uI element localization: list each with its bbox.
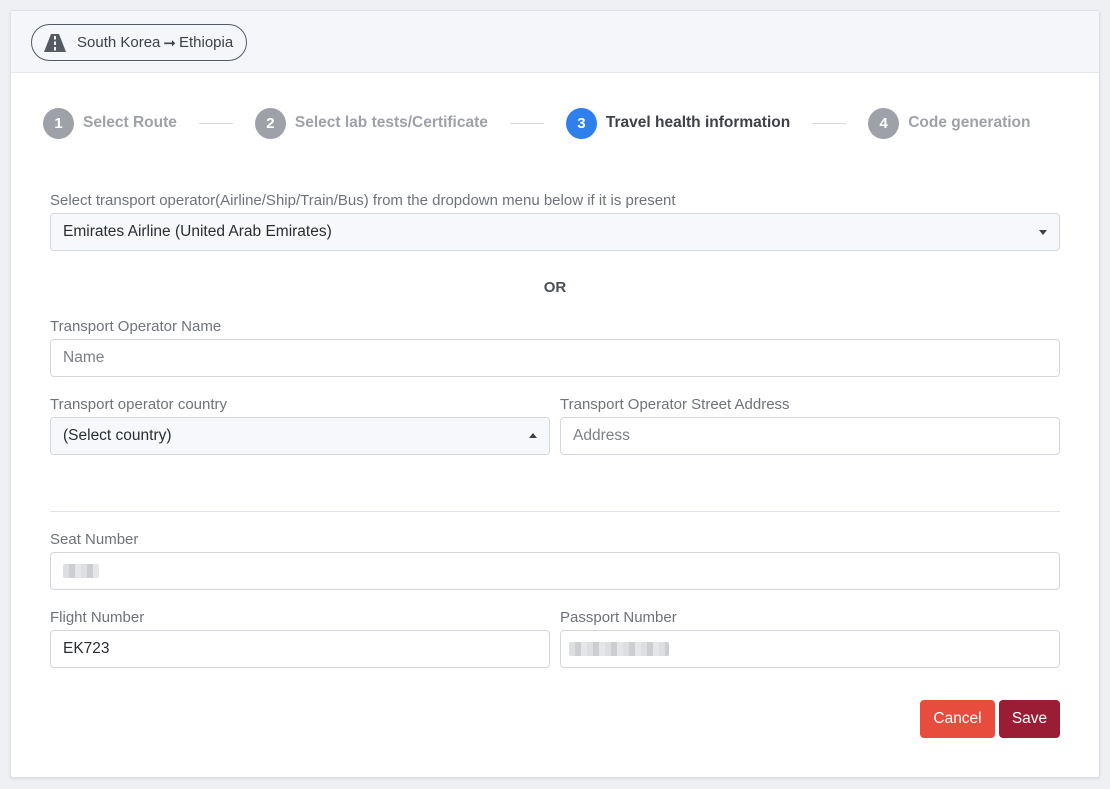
step-number: 4	[868, 107, 900, 139]
step-label: Travel health information	[605, 114, 791, 131]
operator-select-value: Emirates Airline (United Arab Emirates)	[63, 223, 332, 240]
seat-number-label: Seat Number	[50, 531, 139, 548]
section-divider	[50, 511, 1060, 512]
step-number: 2	[254, 107, 286, 139]
step-select-route[interactable]: 1 Select Route	[43, 107, 177, 139]
step-connector	[812, 122, 847, 124]
caret-up-icon	[529, 433, 537, 438]
save-button[interactable]: Save	[999, 700, 1060, 738]
operator-country-select[interactable]: (Select country)	[50, 417, 550, 455]
caret-down-icon	[1039, 230, 1047, 235]
step-connector	[509, 122, 544, 124]
step-code-generation[interactable]: 4 Code generation	[868, 107, 1031, 139]
step-select-lab-tests[interactable]: 2 Select lab tests/Certificate	[254, 107, 488, 139]
flight-number-value: EK723	[63, 640, 110, 657]
flight-number-label: Flight Number	[50, 609, 145, 626]
seat-number-input[interactable]	[50, 552, 1060, 590]
step-label: Select lab tests/Certificate	[294, 114, 488, 131]
operator-select-label: Select transport operator(Airline/Ship/T…	[50, 192, 676, 209]
passport-number-label: Passport Number	[560, 609, 677, 626]
route-badge[interactable]: South Korea ➞ Ethiopia	[31, 24, 248, 61]
redacted-value	[569, 642, 669, 656]
passport-number-input[interactable]	[560, 630, 1060, 668]
arrow-right-icon: ➞	[163, 34, 176, 52]
cancel-button[interactable]: Cancel	[920, 700, 995, 738]
route-to: Ethiopia	[178, 34, 234, 51]
operator-address-label: Transport Operator Street Address	[560, 396, 790, 413]
operator-address-placeholder: Address	[573, 427, 630, 444]
step-number: 1	[43, 107, 74, 139]
operator-country-label: Transport operator country	[50, 396, 228, 413]
operator-name-placeholder: Name	[63, 349, 105, 366]
step-connector	[198, 122, 233, 124]
redacted-value	[63, 564, 99, 578]
road-icon	[44, 33, 66, 52]
stepper: 1 Select Route 2 Select lab tests/Certif…	[43, 107, 1058, 139]
or-separator: OR	[543, 279, 567, 296]
transport-operator-select[interactable]: Emirates Airline (United Arab Emirates)	[50, 213, 1060, 251]
step-number: 3	[565, 107, 597, 139]
operator-name-input[interactable]: Name	[50, 339, 1060, 377]
operator-name-label: Transport Operator Name	[50, 318, 222, 335]
step-label: Select Route	[83, 114, 177, 131]
operator-address-input[interactable]: Address	[560, 417, 1060, 455]
flight-number-input[interactable]: EK723	[50, 630, 550, 668]
card-header: South Korea ➞ Ethiopia	[11, 11, 1099, 73]
operator-country-value: (Select country)	[63, 427, 172, 444]
route-from: South Korea	[77, 34, 161, 51]
step-travel-health-info[interactable]: 3 Travel health information	[565, 107, 791, 139]
step-label: Code generation	[908, 114, 1031, 131]
